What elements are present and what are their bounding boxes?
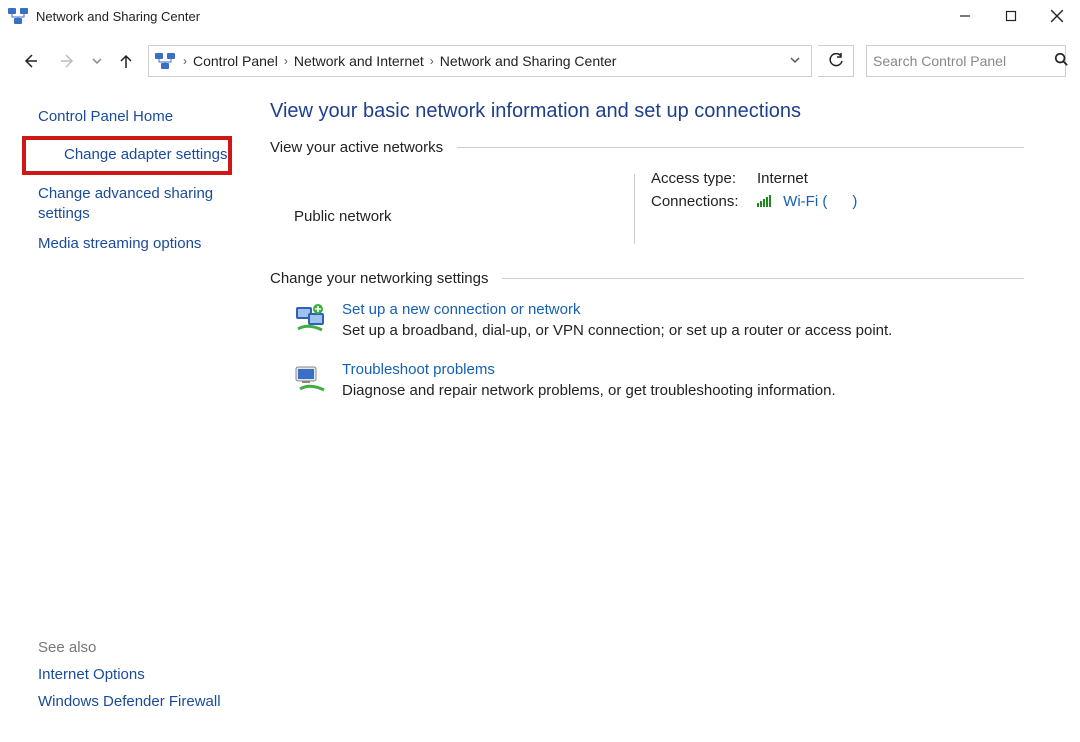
change-settings-label: Change your networking settings: [270, 270, 488, 287]
active-network-block: Public network Access type: Internet Con…: [294, 170, 1024, 244]
sidebar-item-media-streaming[interactable]: Media streaming options: [0, 229, 246, 259]
connection-link[interactable]: Wi-Fi ( ): [757, 193, 857, 211]
sidebar-item-change-advanced-sharing[interactable]: Change advanced sharing settings: [0, 179, 246, 230]
network-type-label: Public network: [294, 208, 634, 225]
up-button[interactable]: [110, 45, 142, 77]
search-icon[interactable]: [1054, 52, 1068, 70]
wifi-signal-icon: [757, 194, 775, 211]
see-also-heading: See also: [38, 639, 221, 656]
search-input[interactable]: [873, 53, 1054, 69]
option-troubleshoot: Troubleshoot problems Diagnose and repai…: [294, 361, 1024, 399]
sidebar: Control Panel Home Change adapter settin…: [0, 80, 246, 742]
search-box[interactable]: [866, 45, 1066, 77]
wifi-connection-truncation: ): [832, 193, 858, 210]
back-button[interactable]: [14, 45, 46, 77]
sidebar-item-control-panel-home[interactable]: Control Panel Home: [0, 102, 246, 132]
window-controls: [942, 0, 1080, 32]
troubleshoot-desc: Diagnose and repair network problems, or…: [342, 382, 836, 399]
forward-button[interactable]: [52, 45, 84, 77]
chevron-right-icon[interactable]: ›: [426, 54, 438, 68]
window-title: Network and Sharing Center: [36, 9, 200, 24]
breadcrumb-network-sharing-center[interactable]: Network and Sharing Center: [440, 53, 617, 69]
active-networks-label: View your active networks: [270, 139, 443, 156]
chevron-right-icon[interactable]: ›: [280, 54, 292, 68]
network-sharing-icon: [155, 51, 175, 71]
sidebar-item-change-adapter-settings[interactable]: Change adapter settings: [22, 136, 232, 174]
maximize-button[interactable]: [988, 0, 1034, 32]
setup-connection-link[interactable]: Set up a new connection or network: [342, 301, 892, 318]
wifi-connection-name[interactable]: Wi-Fi (: [783, 193, 827, 210]
setup-connection-desc: Set up a broadband, dial-up, or VPN conn…: [342, 322, 892, 339]
chevron-right-icon[interactable]: ›: [179, 54, 191, 68]
option-setup-connection: Set up a new connection or network Set u…: [294, 301, 1024, 339]
refresh-button[interactable]: [818, 45, 854, 77]
connections-label: Connections:: [651, 193, 747, 211]
title-bar: Network and Sharing Center: [0, 0, 1080, 32]
troubleshoot-icon: [294, 363, 326, 395]
vertical-divider: [634, 174, 635, 244]
page-title: View your basic network information and …: [270, 100, 1024, 123]
minimize-button[interactable]: [942, 0, 988, 32]
see-also: See also Internet Options Windows Defend…: [38, 639, 221, 720]
setup-connection-icon: [294, 303, 326, 335]
divider: [502, 278, 1024, 279]
divider: [457, 147, 1024, 148]
troubleshoot-link[interactable]: Troubleshoot problems: [342, 361, 836, 378]
close-button[interactable]: [1034, 0, 1080, 32]
recent-locations-dropdown[interactable]: [90, 53, 104, 69]
active-networks-heading: View your active networks: [270, 139, 1024, 156]
access-type-label: Access type:: [651, 170, 747, 187]
breadcrumb-network-and-internet[interactable]: Network and Internet: [294, 53, 424, 69]
navigation-bar: › Control Panel › Network and Internet ›…: [0, 42, 1080, 80]
address-bar[interactable]: › Control Panel › Network and Internet ›…: [148, 45, 812, 77]
address-dropdown[interactable]: [785, 53, 805, 69]
access-type-value: Internet: [757, 170, 808, 187]
main-pane: View your basic network information and …: [246, 80, 1080, 742]
see-also-defender-firewall[interactable]: Windows Defender Firewall: [38, 693, 221, 710]
network-sharing-icon: [8, 6, 28, 26]
change-settings-heading: Change your networking settings: [270, 270, 1024, 287]
breadcrumb-control-panel[interactable]: Control Panel: [193, 53, 278, 69]
see-also-internet-options[interactable]: Internet Options: [38, 666, 221, 683]
